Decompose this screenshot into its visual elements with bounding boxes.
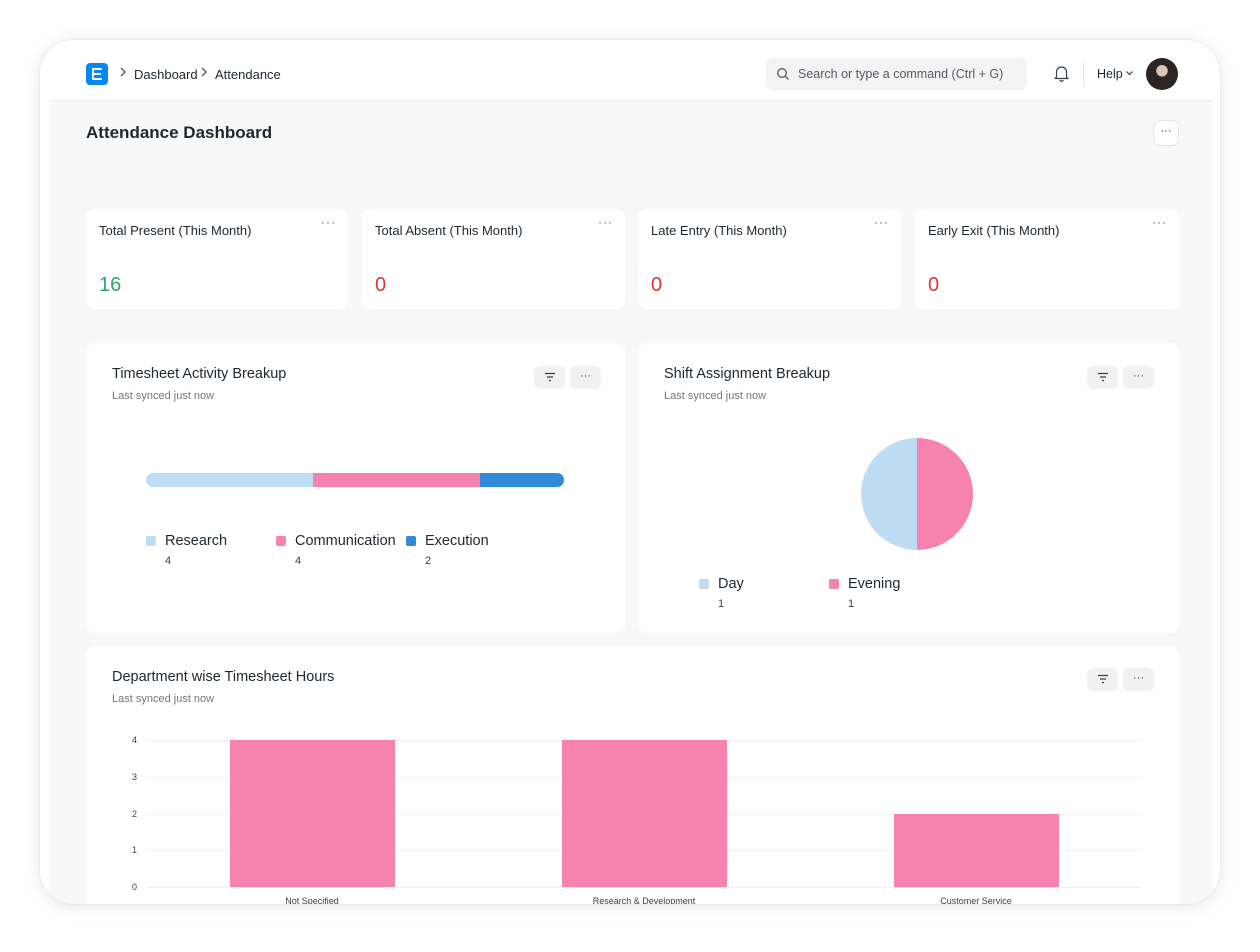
chevron-right-icon: [201, 67, 207, 77]
pie-chart: [861, 438, 973, 550]
legend-swatch-communication: [276, 536, 286, 546]
number-card-value: 0: [651, 274, 663, 296]
number-card-value: 16: [99, 274, 122, 296]
y-tick-label: 4: [131, 735, 137, 745]
page-title: Attendance Dashboard: [86, 123, 273, 142]
chart-card-shift-assignment: Shift Assignment Breakup Last synced jus…: [638, 343, 1179, 633]
legend-label-day: Day: [718, 576, 744, 592]
search-placeholder: Search or type a command (Ctrl + G): [798, 67, 1004, 81]
legend-swatch-evening: [829, 579, 839, 589]
percentage-bar: [146, 473, 564, 487]
navbar-divider: [1083, 62, 1084, 86]
help-menu[interactable]: Help: [1097, 67, 1123, 81]
number-card-title: Late Entry (This Month): [651, 223, 787, 238]
card-menu-button[interactable]: ···: [598, 215, 613, 229]
card-menu-button[interactable]: ···: [321, 215, 336, 229]
number-card-total-absent[interactable]: Total Absent (This Month) ··· 0: [362, 209, 625, 309]
legend-value-communication: 4: [295, 555, 302, 567]
search-input[interactable]: Search or type a command (Ctrl + G): [766, 58, 1027, 90]
number-card-value: 0: [928, 274, 940, 296]
bar-customer-service[interactable]: [893, 813, 1059, 887]
card-menu-button[interactable]: ···: [1152, 215, 1167, 229]
navbar: Dashboard Attendance Search or type a co…: [50, 40, 1212, 101]
breadcrumb-attendance[interactable]: Attendance: [215, 67, 281, 82]
page-content: Attendance Dashboard ··· Total Present (…: [50, 101, 1212, 904]
number-card-total-present[interactable]: Total Present (This Month) ··· 16: [86, 209, 348, 309]
number-card-title: Total Present (This Month): [99, 223, 252, 238]
y-tick-label: 1: [131, 845, 137, 856]
pie-slice-evening[interactable]: [917, 438, 973, 550]
page-menu-button[interactable]: ···: [1153, 120, 1179, 146]
bar-not-specified[interactable]: [229, 740, 395, 887]
chart-menu-button[interactable]: ···: [1123, 366, 1154, 389]
chart-title: Shift Assignment Breakup: [664, 366, 831, 382]
y-tick-label: 0: [131, 882, 137, 892]
legend-label-communication: Communication: [295, 533, 396, 549]
avatar[interactable]: [1146, 58, 1178, 90]
legend-value-execution: 2: [425, 555, 432, 567]
legend-swatch-execution: [406, 536, 416, 546]
legend-value-day: 1: [718, 598, 725, 610]
number-card-value: 0: [375, 274, 387, 296]
chevron-right-icon: [120, 67, 126, 77]
number-card-title: Total Absent (This Month): [375, 223, 523, 238]
number-card-title: Early Exit (This Month): [928, 223, 1060, 238]
chevron-down-icon[interactable]: [1125, 69, 1134, 77]
search-icon: [777, 68, 789, 80]
filter-button[interactable]: [1087, 366, 1118, 389]
app-logo[interactable]: [86, 63, 108, 85]
legend-swatch-day: [699, 579, 709, 589]
gridline: [146, 887, 1142, 888]
chart-card-timesheet-activity: Timesheet Activity Breakup Last synced j…: [86, 343, 625, 633]
x-tick-label: Customer Service: [940, 896, 1012, 904]
filter-button[interactable]: [534, 366, 565, 389]
legend-label-research: Research: [165, 533, 228, 549]
legend-value-evening: 1: [848, 598, 855, 610]
x-tick-label: Research & Development: [592, 896, 696, 904]
filter-icon: [1097, 372, 1108, 382]
legend-label-evening: Evening: [848, 576, 901, 592]
legend-swatch-research: [146, 536, 156, 546]
chart-menu-button[interactable]: ···: [570, 366, 601, 389]
chart-title: Timesheet Activity Breakup: [112, 366, 287, 382]
x-tick-label: Not Specified: [285, 896, 339, 904]
bar-chart: 0 1 2 3 4 Not Specified Research & Development…: [86, 646, 1179, 904]
y-tick-label: 2: [131, 808, 137, 819]
number-card-early-exit[interactable]: Early Exit (This Month) ··· 0: [915, 209, 1179, 309]
percentage-bar-segment-research[interactable]: [146, 473, 314, 487]
chart-subtitle: Last synced just now: [112, 390, 215, 402]
chart-card-department-hours: Department wise Timesheet Hours Last syn…: [86, 646, 1179, 904]
filter-icon: [544, 372, 555, 382]
number-card-late-entry[interactable]: Late Entry (This Month) ··· 0: [638, 209, 901, 309]
legend-value-research: 4: [165, 555, 172, 567]
app-window: Dashboard Attendance Search or type a co…: [40, 40, 1220, 904]
y-tick-label: 3: [131, 771, 137, 782]
card-menu-button[interactable]: ···: [874, 215, 889, 229]
chart-subtitle: Last synced just now: [664, 390, 767, 402]
percentage-bar-segment-execution[interactable]: [480, 473, 564, 487]
bar-research-development[interactable]: [561, 740, 727, 887]
percentage-bar-segment-communication[interactable]: [313, 473, 481, 487]
bell-icon[interactable]: [1053, 64, 1070, 82]
legend-label-execution: Execution: [425, 533, 489, 549]
pie-slice-day[interactable]: [861, 438, 917, 550]
breadcrumb-dashboard[interactable]: Dashboard: [134, 67, 198, 82]
